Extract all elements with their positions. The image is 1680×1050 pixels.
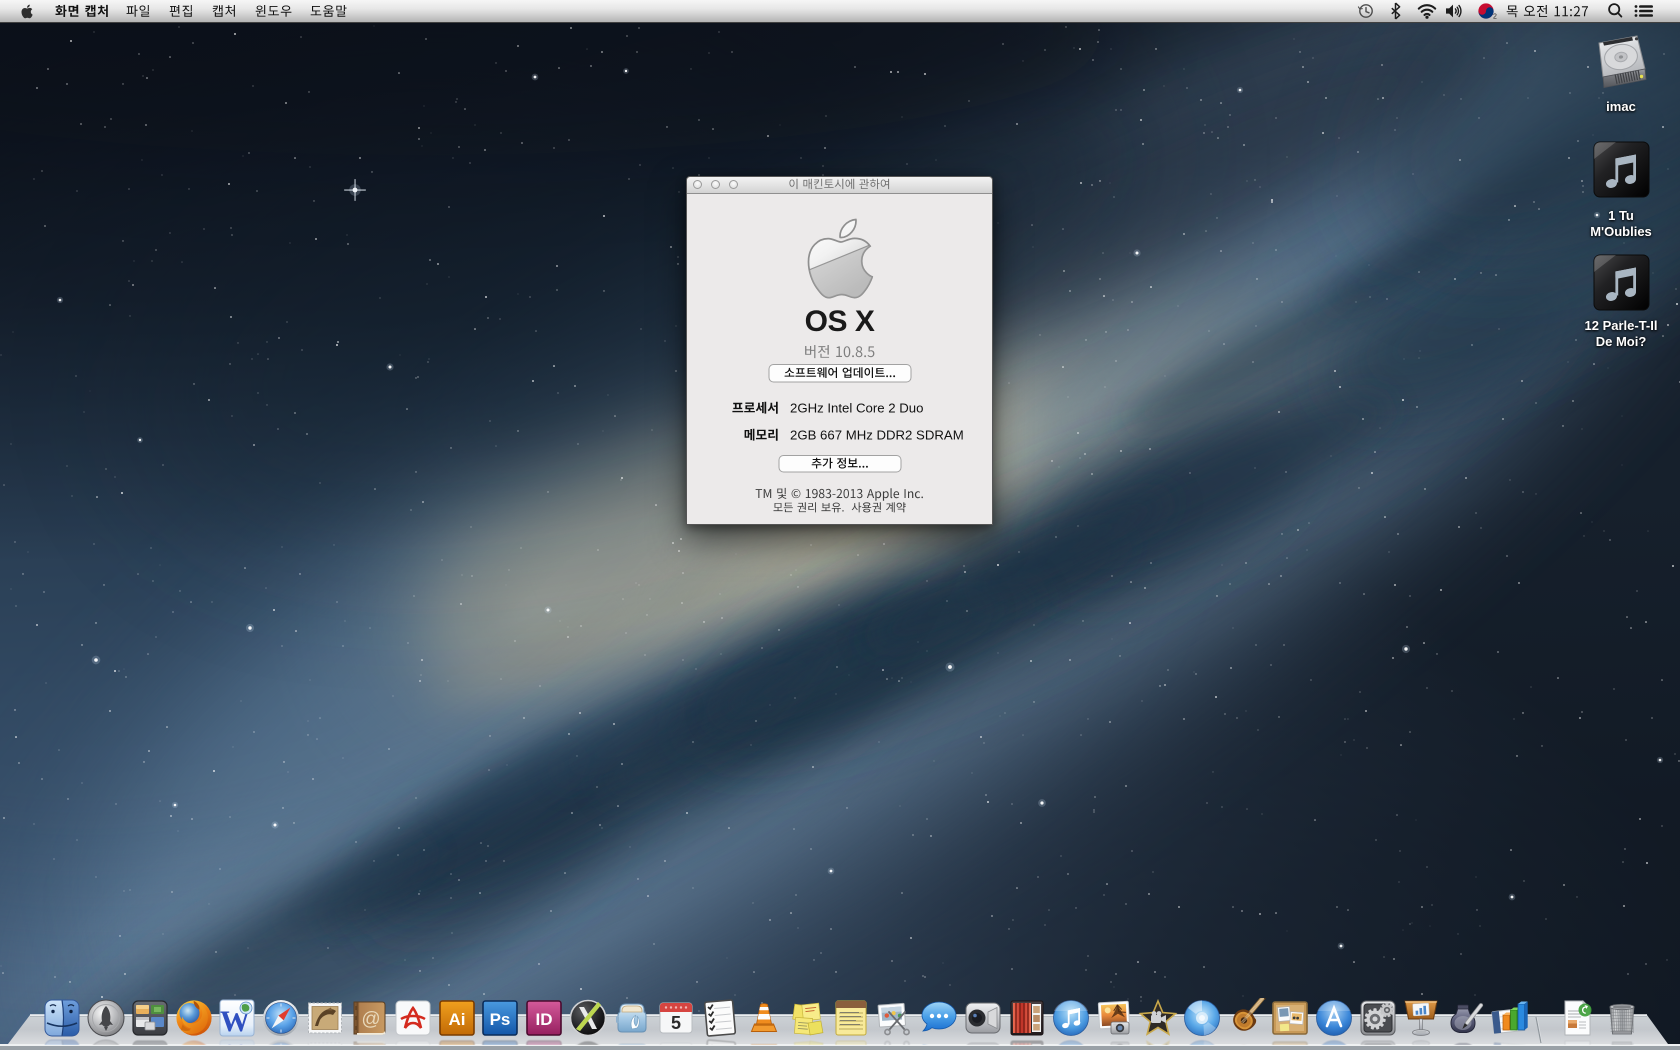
svg-text:Ps: Ps — [490, 1010, 511, 1029]
svg-text:5: 5 — [671, 1013, 681, 1033]
svg-text:2GHz Intel Core 2 Duo: 2GHz Intel Core 2 Duo — [790, 401, 923, 416]
svg-text:2GB 667 MHz DDR2 SDRAM: 2GB 667 MHz DDR2 SDRAM — [790, 428, 964, 443]
svg-text:@: @ — [361, 1009, 380, 1030]
svg-text:5: 5 — [671, 1043, 681, 1045]
svg-text:2: 2 — [1493, 14, 1497, 21]
svg-text:W: W — [220, 1038, 250, 1045]
svg-text:Ai: Ai — [449, 1010, 466, 1029]
svg-text:ID: ID — [536, 1010, 553, 1029]
svg-text:OS X: OS X — [805, 305, 875, 338]
